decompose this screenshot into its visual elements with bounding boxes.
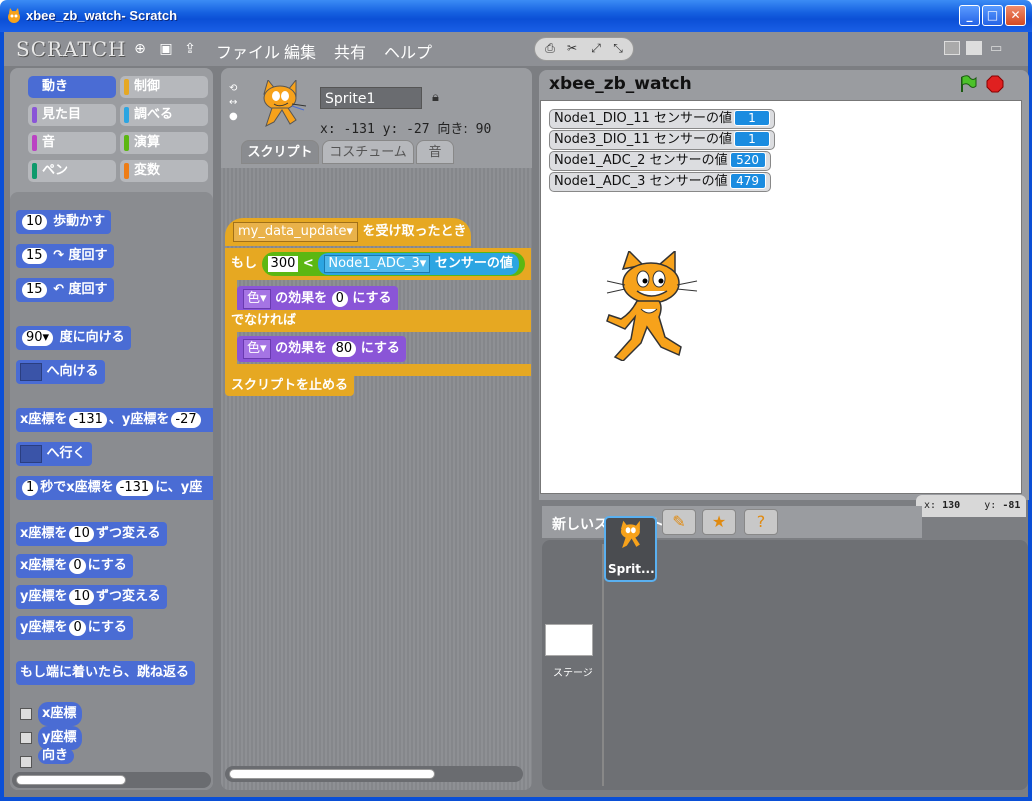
block-change-y[interactable]: y座標を 10 ずつ変える	[16, 585, 167, 609]
shrink-icon[interactable]: ⤡	[609, 41, 627, 56]
project-title: xbee_zb_watch	[549, 74, 692, 94]
maximize-button[interactable]: □	[982, 5, 1003, 26]
random-sprite-icon[interactable]: ?	[744, 509, 778, 535]
scratch-app: SCRATCH ⊕ ▣ ⇪ ファイル 編集 共有 ヘルプ ⎙ ✂ ⤢ ⤡ ▭ 動…	[4, 32, 1029, 797]
checkbox-y-position[interactable]	[20, 732, 32, 744]
block-go-to[interactable]: へ行く	[16, 442, 92, 466]
stage-cat-sprite[interactable]	[601, 251, 701, 361]
block-point-towards[interactable]: へ向ける	[16, 360, 105, 384]
menu-file[interactable]: ファイル	[216, 39, 280, 63]
category-motion[interactable]: 動き	[28, 76, 116, 98]
block-when-i-receive[interactable]: my_data_update▾ を受け取ったとき	[225, 218, 471, 246]
sprite-thumbnail[interactable]: Sprit...	[604, 516, 657, 582]
sprite-list-divider	[602, 544, 604, 786]
block-set-y[interactable]: y座標を 0 にする	[16, 616, 133, 640]
stop-sign-icon[interactable]	[986, 75, 1004, 93]
block-sensor-value[interactable]: Node1_ADC_3▾ センサーの値	[318, 252, 519, 275]
category-variables[interactable]: 変数	[120, 160, 208, 182]
block-bounce[interactable]: もし端に着いたら、跳ね返る	[16, 661, 196, 685]
language-globe-icon[interactable]: ⊕	[132, 41, 148, 57]
category-sound[interactable]: 音	[28, 132, 116, 154]
block-set-effect-1[interactable]: 色▾ の効果を 0 にする	[237, 286, 398, 312]
stage-label: ステージ	[553, 668, 593, 679]
block-move[interactable]: 10 歩動かす	[16, 210, 112, 234]
delete-scissors-icon[interactable]: ✂	[563, 41, 581, 55]
block-set-x[interactable]: x座標を 0 にする	[16, 554, 133, 578]
title-bar: xbee_zb_watch- Scratch _ □ ✕	[0, 0, 1032, 32]
reporter-y-position[interactable]: y座標	[38, 726, 83, 750]
sprite-coords: x: -131 y: -27 向き: 90	[320, 122, 492, 137]
reporter-direction[interactable]: 向き	[38, 748, 75, 764]
lock-icon[interactable]: 🔒︎	[432, 90, 439, 105]
green-flag-icon[interactable]	[959, 75, 977, 93]
monitor-node3-dio11[interactable]: Node3_DIO_11 センサーの値 1	[549, 130, 775, 150]
block-glide[interactable]: 1 秒でx座標を -131 に、y座	[16, 476, 213, 500]
block-palette: 10 歩動かす 15 ↷ 度回す 15 ↶ 度回す 90▾ 度に向ける へ向ける…	[10, 192, 213, 790]
window-title: xbee_zb_watch- Scratch	[26, 8, 178, 23]
else-label: でなければ	[225, 310, 531, 332]
block-less-than[interactable]: 300 < Node1_ADC_3▾ センサーの値	[261, 251, 525, 276]
mouse-coords: x: 130 y: -81	[916, 495, 1026, 517]
menu-bar: SCRATCH ⊕ ▣ ⇪ ファイル 編集 共有 ヘルプ ⎙ ✂ ⤢ ⤡ ▭	[4, 32, 1028, 66]
if-else-bottom	[225, 364, 531, 376]
block-turn-right[interactable]: 15 ↷ 度回す	[16, 244, 114, 268]
monitor-node1-adc3[interactable]: Node1_ADC_3 センサーの値 479	[549, 172, 771, 192]
monitor-node1-dio11[interactable]: Node1_DIO_11 センサーの値 1	[549, 109, 775, 129]
broadcast-dropdown[interactable]: my_data_update▾	[233, 222, 358, 242]
close-button[interactable]: ✕	[1005, 5, 1026, 26]
reporter-x-position[interactable]: x座標	[38, 702, 83, 726]
sprite-thumbnail-label: Sprit...	[608, 562, 655, 576]
presentation-view-icon[interactable]: ▭	[990, 41, 1006, 56]
block-go-to-xy[interactable]: x座標を -131 、y座標を -27	[16, 408, 213, 432]
duplicate-stamp-icon[interactable]: ⎙	[541, 41, 559, 56]
checkbox-direction[interactable]	[20, 756, 32, 768]
sprite-cat-icon	[263, 80, 307, 127]
stage[interactable]: Node1_DIO_11 センサーの値 1 Node3_DIO_11 センサーの値…	[540, 100, 1022, 494]
category-sensing[interactable]: 調べる	[120, 104, 208, 126]
normal-stage-view-icon[interactable]	[966, 41, 982, 55]
menu-share[interactable]: 共有	[334, 39, 366, 63]
scratch-logo: SCRATCH	[16, 37, 127, 61]
block-point-direction[interactable]: 90▾ 度に向ける	[16, 326, 131, 350]
dropdown-input[interactable]	[20, 444, 42, 463]
tab-costumes[interactable]: コスチューム	[322, 140, 414, 164]
choose-sprite-file-icon[interactable]: ★	[702, 509, 736, 535]
sprite-thumbnail-cat-icon	[620, 520, 640, 549]
stage-thumbnail[interactable]	[545, 624, 593, 656]
checkbox-x-position[interactable]	[20, 708, 32, 720]
monitor-node1-adc2[interactable]: Node1_ADC_2 センサーの値 520	[549, 151, 771, 171]
block-turn-left[interactable]: 15 ↶ 度回す	[16, 278, 114, 302]
small-stage-view-icon[interactable]	[944, 41, 960, 55]
block-stop-script[interactable]: スクリプトを止める	[225, 376, 355, 396]
share-upload-icon[interactable]: ⇪	[182, 41, 198, 57]
tab-sounds[interactable]: 音	[416, 140, 454, 164]
palette-scrollbar[interactable]	[16, 775, 126, 785]
scratch-cat-icon	[8, 8, 20, 23]
sprite-name-input[interactable]: Sprite1	[320, 87, 422, 109]
window-frame-bottom	[0, 797, 1032, 801]
paint-new-sprite-icon[interactable]: ✎	[662, 509, 696, 535]
category-looks[interactable]: 見た目	[28, 104, 116, 126]
category-control[interactable]: 制御	[120, 76, 208, 98]
block-if-else[interactable]: もし 300 < Node1_ADC_3▾ センサーの値	[225, 248, 531, 280]
rotation-style-icons[interactable]: ⟲ ↔ ●	[229, 82, 241, 124]
menu-help[interactable]: ヘルプ	[384, 39, 432, 63]
minimize-button[interactable]: _	[959, 5, 980, 26]
grow-icon[interactable]: ⤢	[587, 41, 605, 56]
dropdown-input[interactable]	[20, 362, 42, 381]
category-operators[interactable]: 演算	[120, 132, 208, 154]
save-disk-icon[interactable]: ▣	[158, 41, 174, 57]
menu-edit[interactable]: 編集	[284, 39, 316, 63]
script-area[interactable]: my_data_update▾ を受け取ったとき もし 300 < Node1_…	[221, 168, 532, 790]
block-change-x[interactable]: x座標を 10 ずつ変える	[16, 522, 167, 546]
sprite-tools: ⎙ ✂ ⤢ ⤡	[534, 37, 634, 61]
script-scrollbar[interactable]	[229, 769, 435, 779]
category-pen[interactable]: ペン	[28, 160, 116, 182]
block-set-effect-2[interactable]: 色▾ の効果を 80 にする	[237, 336, 406, 362]
tab-scripts[interactable]: スクリプト	[241, 140, 319, 164]
